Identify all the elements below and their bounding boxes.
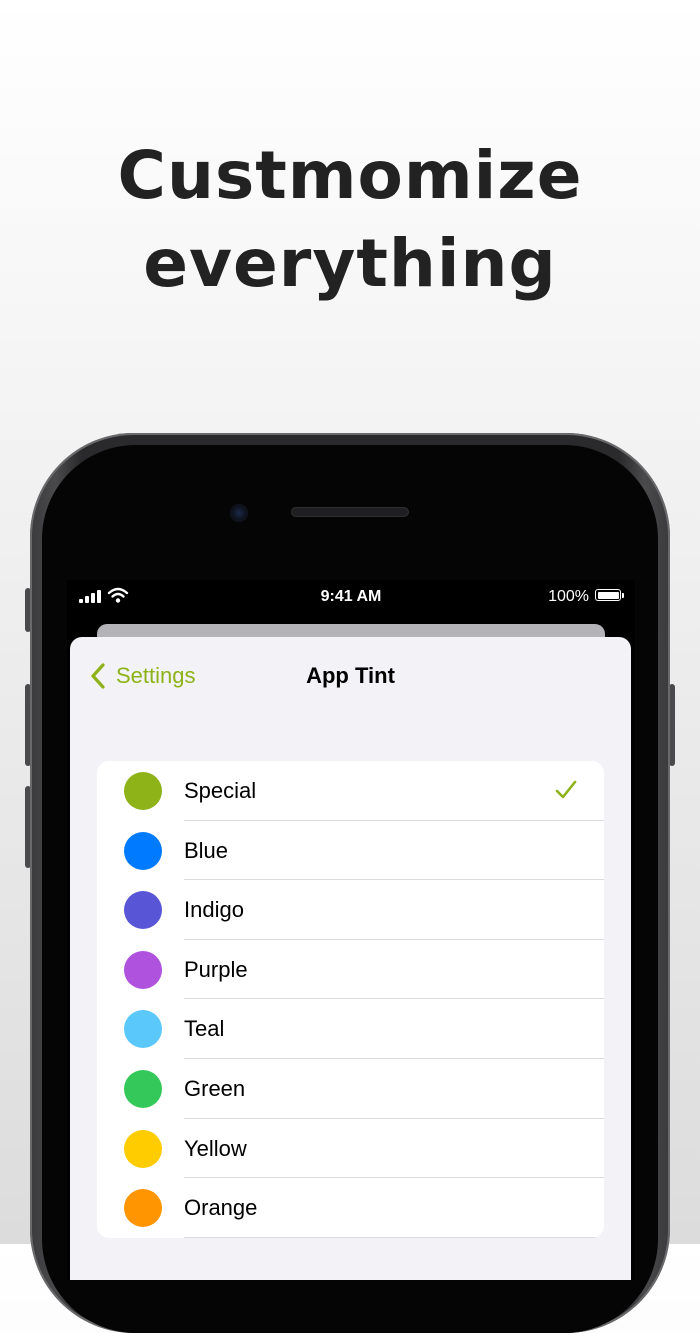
tint-label: Blue — [184, 837, 229, 863]
checkmark-icon — [555, 780, 577, 799]
color-swatch — [124, 831, 162, 870]
tint-row-purple[interactable]: Purple — [97, 940, 604, 1000]
battery-percentage: 100% — [548, 588, 589, 605]
page-title: App Tint — [306, 663, 395, 688]
color-swatch — [124, 1129, 162, 1168]
status-bar: 9:41 AM 100% — [67, 580, 635, 614]
tint-label: Indigo — [184, 897, 244, 923]
color-swatch — [124, 950, 162, 989]
navigation-bar: Settings App Tint — [70, 637, 631, 715]
earpiece-speaker — [291, 507, 409, 517]
settings-sheet: Settings App Tint Special Blue Indigo Purpl… — [70, 637, 631, 1280]
color-swatch — [124, 1189, 162, 1228]
front-camera — [230, 504, 248, 522]
tint-label: Special — [184, 778, 257, 803]
color-swatch — [124, 772, 162, 810]
tint-row-teal[interactable]: Teal — [97, 999, 604, 1059]
tint-row-yellow[interactable]: Yellow — [97, 1119, 604, 1179]
tint-row-orange[interactable]: Orange — [97, 1178, 604, 1238]
tint-row-blue[interactable]: Blue — [97, 821, 604, 881]
tint-label: Teal — [184, 1016, 225, 1042]
battery-cap — [622, 593, 624, 598]
tint-label: Yellow — [184, 1135, 247, 1161]
headline-line-2: everything — [143, 225, 557, 302]
row-separator — [184, 1236, 604, 1238]
color-swatch — [124, 1069, 162, 1108]
phone-screen: 9:41 AM 100% Settings App Tint Special Bl… — [67, 580, 635, 1280]
tint-row-indigo[interactable]: Indigo — [97, 880, 604, 940]
tint-label: Purple — [184, 956, 248, 982]
tint-list: Special Blue Indigo Purple Teal Green Yellow Or… — [97, 761, 604, 1238]
headline-line-1: Custmomize — [117, 137, 583, 214]
headline: Custmomize everything — [0, 132, 700, 308]
tint-row-special[interactable]: Special — [97, 761, 604, 821]
tint-label: Orange — [184, 1195, 258, 1221]
battery-icon — [595, 589, 621, 601]
tint-label: Green — [184, 1075, 246, 1101]
tint-row-green[interactable]: Green — [97, 1059, 604, 1119]
color-swatch — [124, 891, 162, 930]
color-swatch — [124, 1010, 162, 1049]
